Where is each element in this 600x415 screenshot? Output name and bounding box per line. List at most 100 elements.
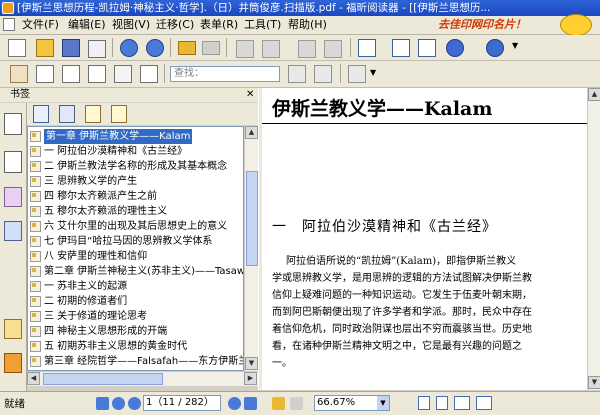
menu-view[interactable]: 视图(V) bbox=[112, 16, 150, 34]
document-page[interactable]: 伊斯兰教义学——Kalam 一 阿拉伯沙漠精神和《古兰经》 阿拉伯语所说的“凯拉… bbox=[262, 88, 587, 390]
bookmark-item[interactable]: 第三章 经院哲学——Falsafah——东方伊斯兰 bbox=[29, 354, 243, 369]
scrollbar-thumb[interactable] bbox=[43, 373, 163, 385]
continuous-page-icon[interactable] bbox=[392, 39, 410, 57]
bookmarks-vertical-scrollbar[interactable]: ▲ ▼ bbox=[244, 126, 259, 371]
comments-tab-icon[interactable] bbox=[4, 319, 22, 339]
history-back-icon[interactable] bbox=[272, 397, 285, 410]
bookmark-item[interactable]: 二 初期的修道者们 bbox=[29, 294, 243, 309]
forward-arrow-icon[interactable] bbox=[202, 41, 220, 55]
last-page-icon[interactable] bbox=[244, 397, 257, 410]
zoom-level-select[interactable]: 66.67% ▼ bbox=[314, 395, 390, 411]
find-next-icon[interactable] bbox=[314, 65, 332, 83]
menu-navigate[interactable]: 迁移(C) bbox=[156, 16, 194, 34]
bookmark-item[interactable]: 五 穆尔太齐赖派的理性主义 bbox=[29, 204, 243, 219]
bookmark-item[interactable]: 一 阿拉伯沙漠精神和《古兰经》 bbox=[29, 144, 243, 159]
scroll-down-icon[interactable]: ▼ bbox=[245, 357, 258, 370]
redo-icon[interactable] bbox=[324, 40, 342, 58]
scroll-left-icon[interactable]: ◀ bbox=[27, 372, 40, 385]
section-heading: 一 阿拉伯沙漠精神和《古兰经》 bbox=[272, 219, 497, 235]
fit-page-icon[interactable] bbox=[418, 39, 436, 57]
single-page-icon[interactable] bbox=[358, 39, 376, 57]
rotate-right-icon[interactable] bbox=[262, 40, 280, 58]
page-down-icon[interactable] bbox=[228, 397, 241, 410]
undo-icon[interactable] bbox=[298, 40, 316, 58]
zoom-dropdown-icon[interactable]: ▼ bbox=[377, 396, 389, 410]
bookmark-label: 四 神秘主义思想形成的开端 bbox=[44, 326, 168, 337]
grid-icon[interactable] bbox=[348, 65, 366, 83]
previous-page-icon[interactable] bbox=[112, 397, 125, 410]
snapshot-icon[interactable] bbox=[88, 65, 106, 83]
new-document-icon[interactable] bbox=[8, 39, 26, 57]
expand-bookmark-icon[interactable] bbox=[33, 105, 49, 123]
grid-dropdown-arrow-icon[interactable]: ▼ bbox=[370, 68, 376, 77]
zoom-dropdown-arrow-icon[interactable]: ▼ bbox=[512, 41, 518, 50]
facing-layout-icon[interactable] bbox=[454, 396, 470, 410]
image-icon[interactable] bbox=[140, 65, 158, 83]
zoom-in-icon[interactable] bbox=[486, 39, 504, 57]
bookmarks-tab-icon[interactable] bbox=[4, 113, 22, 135]
menu-edit[interactable]: 编辑(E) bbox=[68, 16, 106, 34]
layers-tab-icon[interactable] bbox=[4, 187, 22, 207]
document-vertical-scrollbar[interactable]: ▲ ▼ bbox=[587, 88, 600, 390]
scrollbar-thumb[interactable] bbox=[246, 171, 258, 266]
pages-tab-icon[interactable] bbox=[4, 151, 22, 173]
page-up-icon[interactable] bbox=[128, 397, 141, 410]
single-page-layout-icon[interactable] bbox=[418, 396, 430, 410]
history-forward-icon[interactable] bbox=[290, 397, 303, 410]
close-panel-button[interactable]: ✕ bbox=[246, 90, 254, 100]
bookmark-item[interactable]: 三 思辨教义学的产生 bbox=[29, 174, 243, 189]
delete-bookmark-icon[interactable] bbox=[59, 105, 75, 123]
bookmark-page-icon bbox=[30, 236, 41, 247]
find-input[interactable]: 查找： bbox=[170, 66, 280, 82]
document-menu-icon[interactable] bbox=[3, 18, 15, 31]
page-number-input[interactable]: 1（11 / 282） bbox=[143, 395, 221, 411]
bookmark-item[interactable]: 二 伊斯兰教法学名称的形成及其基本概念 bbox=[29, 159, 243, 174]
bookmark-item[interactable]: 第一章 伊斯兰教义学——Kalam bbox=[29, 129, 243, 144]
menu-tools[interactable]: 工具(T) bbox=[244, 16, 281, 34]
find-previous-icon[interactable] bbox=[288, 65, 306, 83]
add-bookmark-icon[interactable] bbox=[85, 105, 101, 123]
continuous-layout-icon[interactable] bbox=[436, 396, 448, 410]
first-page-icon[interactable] bbox=[96, 397, 109, 410]
bookmarks-panel-header: 书签 bbox=[0, 88, 258, 102]
attachments-tab-icon[interactable] bbox=[4, 221, 22, 241]
bookmark-item[interactable]: 五 初期苏非主义思想的黄金时代 bbox=[29, 339, 243, 354]
rotate-left-icon[interactable] bbox=[236, 40, 254, 58]
bookmark-item[interactable]: 一 苏非主义的起源 bbox=[29, 279, 243, 294]
window-title-bar[interactable]: [伊斯兰思想历程-凯拉姆·神秘主义·哲学].（日）井筒俊彦.扫描版.pdf - … bbox=[0, 0, 600, 16]
email-icon[interactable] bbox=[88, 40, 106, 58]
toolbar-separator bbox=[340, 64, 341, 83]
back-arrow-icon[interactable] bbox=[178, 41, 196, 55]
continuous-facing-layout-icon[interactable] bbox=[476, 396, 492, 410]
bookmark-item[interactable]: 六 艾什尔里的出现及其后思想史上的意义 bbox=[29, 219, 243, 234]
menu-file[interactable]: 文件(F) bbox=[22, 16, 59, 34]
open-folder-icon[interactable] bbox=[36, 39, 54, 57]
bookmark-item[interactable]: 八 安萨里的理性和信仰 bbox=[29, 249, 243, 264]
toolbar-separator bbox=[226, 38, 227, 57]
menu-form[interactable]: 表单(R) bbox=[200, 16, 238, 34]
bookmark-item[interactable]: 四 神秘主义思想形成的开端 bbox=[29, 324, 243, 339]
bookmarks-horizontal-scrollbar[interactable]: ◀ ▶ bbox=[27, 371, 258, 386]
hand-tool-icon[interactable] bbox=[10, 65, 28, 83]
select-text-icon[interactable] bbox=[36, 65, 54, 83]
scroll-right-icon[interactable]: ▶ bbox=[244, 372, 257, 385]
bookmark-item[interactable]: 三 关于修道的理论思考 bbox=[29, 309, 243, 324]
bookmark-item[interactable]: 四 穆尔太齐赖派产生之前 bbox=[29, 189, 243, 204]
next-page-icon[interactable] bbox=[146, 39, 164, 57]
promo-link[interactable]: 去佳印网印名片！ bbox=[438, 17, 526, 33]
scroll-up-icon[interactable]: ▲ bbox=[588, 88, 600, 101]
scroll-up-icon[interactable]: ▲ bbox=[245, 126, 258, 139]
zoom-out-icon[interactable] bbox=[446, 39, 464, 57]
navigation-sidebar bbox=[0, 103, 27, 391]
paperclip-icon[interactable] bbox=[4, 353, 22, 373]
menu-help[interactable]: 帮助(H) bbox=[288, 16, 327, 34]
paragraph-line: 阿拉伯语所说的“凯拉姆”(Kalam)，即指伊斯兰教义 bbox=[286, 256, 517, 267]
save-icon[interactable] bbox=[62, 39, 80, 57]
scroll-down-icon[interactable]: ▼ bbox=[588, 376, 600, 389]
typewriter-icon[interactable] bbox=[114, 65, 132, 83]
bookmark-item[interactable]: 第二章 伊斯兰神秘主义(苏非主义)——Tasaw bbox=[29, 264, 243, 279]
previous-page-icon[interactable] bbox=[120, 39, 138, 57]
bookmark-properties-icon[interactable] bbox=[111, 105, 127, 123]
select-annotation-icon[interactable] bbox=[62, 65, 80, 83]
bookmark-item[interactable]: 七 伊玛目“哈拉马因的思辨教义学体系 bbox=[29, 234, 243, 249]
